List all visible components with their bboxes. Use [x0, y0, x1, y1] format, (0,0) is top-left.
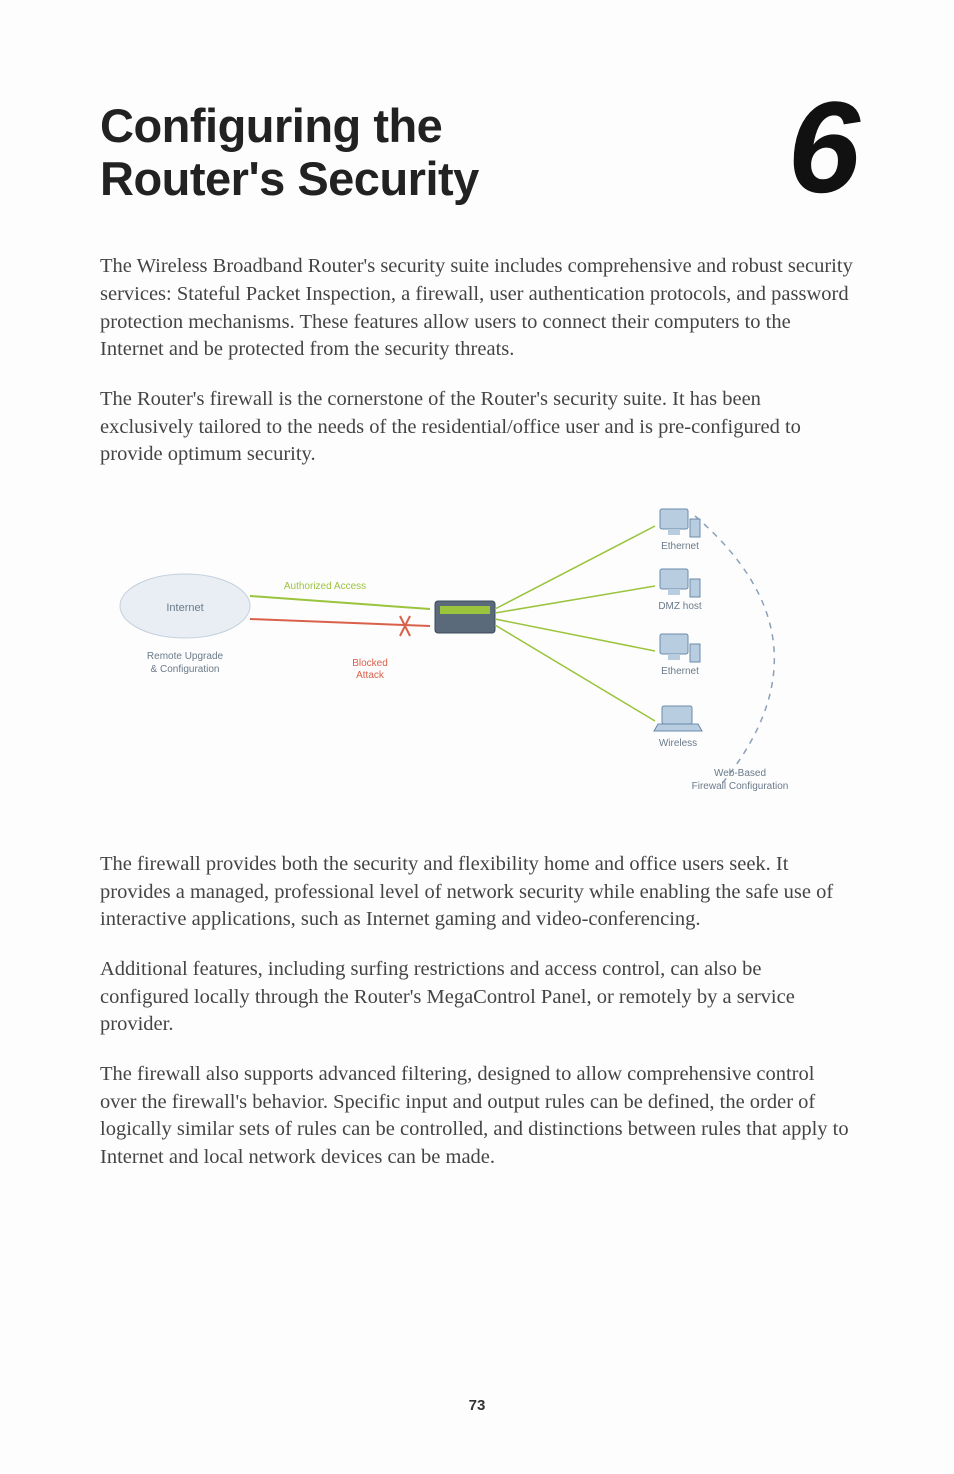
dmz-tower	[690, 579, 700, 597]
ethernet1-monitor	[660, 509, 688, 529]
dmz-stand	[668, 589, 680, 595]
ethernet2-label: Ethernet	[661, 666, 699, 677]
webbased-label-1: Web-Based	[714, 768, 766, 779]
firewall-diagram: Internet Remote Upgrade & Configuration …	[100, 491, 854, 821]
wireless-base	[654, 724, 702, 731]
blocked-label-1: Blocked	[352, 658, 388, 669]
arc-dashed	[695, 516, 774, 786]
ethernet2-tower	[690, 644, 700, 662]
internet-label: Internet	[166, 602, 203, 614]
paragraph-4: Additional features, including surfing r…	[100, 956, 854, 1039]
page-number: 73	[0, 1397, 954, 1414]
dmz-label: DMZ host	[658, 601, 702, 612]
ethernet1-label: Ethernet	[661, 541, 699, 552]
paragraph-3: The firewall provides both the security …	[100, 851, 854, 934]
paragraph-1: The Wireless Broadband Router's security…	[100, 253, 854, 364]
paragraph-2: The Router's firewall is the cornerstone…	[100, 386, 854, 469]
ethernet2-monitor	[660, 634, 688, 654]
chapter-title-line1: Configuring the	[100, 99, 442, 152]
router-icon	[435, 601, 495, 633]
authorized-label: Authorized Access	[284, 581, 366, 592]
remote-label-2: & Configuration	[151, 664, 220, 675]
ethernet2-stand	[668, 654, 680, 660]
ethernet1-stand	[668, 529, 680, 535]
chapter-header: Configuring the Router's Security 6	[100, 100, 854, 205]
router-led	[440, 606, 490, 614]
line-dmz	[495, 586, 655, 613]
dmz-monitor	[660, 569, 688, 589]
webbased-label-2: Firewall Configuration	[692, 781, 789, 792]
wireless-screen	[662, 706, 692, 724]
line-eth1	[495, 526, 655, 609]
wireless-label: Wireless	[659, 738, 697, 749]
remote-label-1: Remote Upgrade	[147, 651, 224, 662]
blocked-label-2: Attack	[356, 670, 385, 681]
authorized-line	[250, 596, 430, 609]
line-wireless	[495, 625, 655, 721]
chapter-title: Configuring the Router's Security	[100, 100, 479, 205]
chapter-number: 6	[788, 92, 854, 203]
chapter-title-line2: Router's Security	[100, 152, 479, 205]
line-eth2	[495, 619, 655, 651]
paragraph-5: The firewall also supports advanced filt…	[100, 1061, 854, 1172]
ethernet1-tower	[690, 519, 700, 537]
